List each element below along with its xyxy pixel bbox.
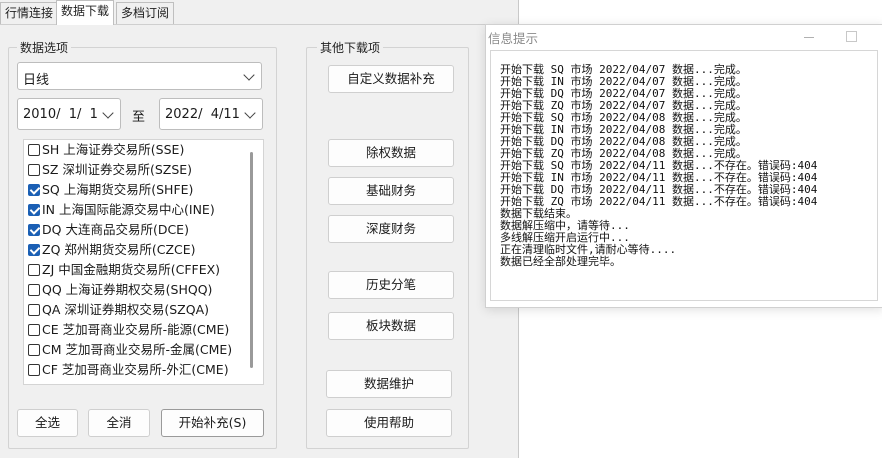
exchange-label: SQ 上海期货交易所(SHFE) <box>42 182 194 197</box>
clear-all-button[interactable]: 全消 <box>88 409 150 437</box>
start-date-value: 2010/ 1/ 1 <box>23 107 98 122</box>
deep-financials-button[interactable]: 深度财务 <box>328 215 454 243</box>
data-options-title: 数据选项 <box>17 39 72 56</box>
maximize-icon[interactable] <box>846 31 857 42</box>
exchange-item[interactable]: CE 芝加哥商业交易所-能源(CME) <box>28 320 230 340</box>
exchange-checkbox[interactable] <box>28 344 40 356</box>
exchange-checkbox[interactable] <box>28 244 40 256</box>
basic-financials-button[interactable]: 基础财务 <box>328 177 454 205</box>
exchange-item[interactable]: IN 上海国际能源交易中心(INE) <box>28 200 215 220</box>
exchange-item[interactable]: QA 深圳证券期权交易(SZQA) <box>28 300 210 320</box>
main-window: 行情连接 数据下载 多档订阅 数据选项 日线 2010/ 1/ 1 至 2022… <box>0 0 519 458</box>
exchange-checkbox[interactable] <box>28 364 40 376</box>
exchange-label: CM 芝加哥商业交易所-金属(CME) <box>42 342 233 357</box>
info-message-window: 信息提示 开始下载 SQ 市场 2022/04/07 数据...完成。 开始下载 … <box>485 24 882 308</box>
exchange-checkbox[interactable] <box>28 144 40 156</box>
exchange-label: IN 上海国际能源交易中心(INE) <box>42 202 215 217</box>
exchange-checkbox[interactable] <box>28 164 40 176</box>
exchange-label: QA 深圳证券期权交易(SZQA) <box>42 302 210 317</box>
exchange-label: QQ 上海证券期权交易(SHQQ) <box>42 282 213 297</box>
date-range-to-label: 至 <box>132 110 146 125</box>
exchange-checkbox[interactable] <box>28 264 40 276</box>
minimize-icon[interactable] <box>804 37 814 38</box>
help-button[interactable]: 使用帮助 <box>326 409 452 437</box>
exchange-checkbox[interactable] <box>28 284 40 296</box>
info-window-title: 信息提示 <box>488 31 539 46</box>
data-maintenance-button[interactable]: 数据维护 <box>326 370 452 398</box>
exchange-item[interactable]: ZJ 中国金融期货交易所(CFFEX) <box>28 260 221 280</box>
tick-history-button[interactable]: 历史分笔 <box>328 271 454 299</box>
message-log: 开始下载 SQ 市场 2022/04/07 数据...完成。 开始下载 IN 市场… <box>490 50 878 301</box>
chevron-down-icon <box>243 69 255 81</box>
end-date-value: 2022/ 4/11 <box>165 107 240 122</box>
exchange-list: SH 上海证券交易所(SSE) SZ 深圳证券交易所(SZSE) SQ 上海期货交易… <box>23 139 264 385</box>
exchange-item[interactable]: QQ 上海证券期权交易(SHQQ) <box>28 280 213 300</box>
exchange-checkbox[interactable] <box>28 324 40 336</box>
exchange-label: CF 芝加哥商业交易所-外汇(CME) <box>42 362 229 377</box>
exchange-label: SZ 深圳证券交易所(SZSE) <box>42 162 193 177</box>
exchange-item[interactable]: CM 芝加哥商业交易所-金属(CME) <box>28 340 233 360</box>
exchange-label: ZJ 中国金融期货交易所(CFFEX) <box>42 262 221 277</box>
sector-data-button[interactable]: 板块数据 <box>328 312 454 340</box>
exchange-checkbox[interactable] <box>28 184 40 196</box>
exchange-label: ZQ 郑州期货交易所(CZCE) <box>42 242 196 257</box>
exchange-item[interactable]: SQ 上海期货交易所(SHFE) <box>28 180 194 200</box>
exchange-label: SH 上海证券交易所(SSE) <box>42 142 185 157</box>
tab-depth-subscription[interactable]: 多档订阅 <box>116 2 175 24</box>
exchange-label: DQ 大连商品交易所(DCE) <box>42 222 189 237</box>
chevron-down-icon <box>102 107 114 119</box>
exchange-label: CE 芝加哥商业交易所-能源(CME) <box>42 322 230 337</box>
exchange-item[interactable]: SZ 深圳证券交易所(SZSE) <box>28 160 193 180</box>
tab-market-connection[interactable]: 行情连接 <box>0 2 59 24</box>
exchange-checkbox[interactable] <box>28 304 40 316</box>
period-value: 日线 <box>23 73 50 88</box>
message-lines: 开始下载 SQ 市场 2022/04/07 数据...完成。 开始下载 IN 市场… <box>500 64 817 268</box>
message-line: 数据已经全部处理完毕。 <box>500 255 621 268</box>
start-fill-button[interactable]: 开始补充(S) <box>161 409 264 437</box>
exchange-item[interactable]: CF 芝加哥商业交易所-外汇(CME) <box>28 360 229 380</box>
start-date-picker[interactable]: 2010/ 1/ 1 <box>17 98 121 130</box>
exchange-item[interactable]: SH 上海证券交易所(SSE) <box>28 140 185 160</box>
exchange-checkbox[interactable] <box>28 224 40 236</box>
exchange-item[interactable]: ZQ 郑州期货交易所(CZCE) <box>28 240 196 260</box>
exchange-checkbox[interactable] <box>28 204 40 216</box>
end-date-picker[interactable]: 2022/ 4/11 <box>159 98 263 130</box>
list-scrollbar[interactable] <box>250 152 253 368</box>
other-downloads-title: 其他下载项 <box>317 39 384 56</box>
tab-bar: 行情连接 数据下载 多档订阅 <box>0 0 518 25</box>
ex-rights-data-button[interactable]: 除权数据 <box>328 139 454 167</box>
custom-data-fill-button[interactable]: 自定义数据补充 <box>328 65 454 93</box>
exchange-item[interactable]: DQ 大连商品交易所(DCE) <box>28 220 189 240</box>
select-all-button[interactable]: 全选 <box>17 409 78 437</box>
period-select[interactable]: 日线 <box>17 62 262 90</box>
tab-data-download[interactable]: 数据下载 <box>56 0 115 25</box>
chevron-down-icon <box>244 107 256 119</box>
